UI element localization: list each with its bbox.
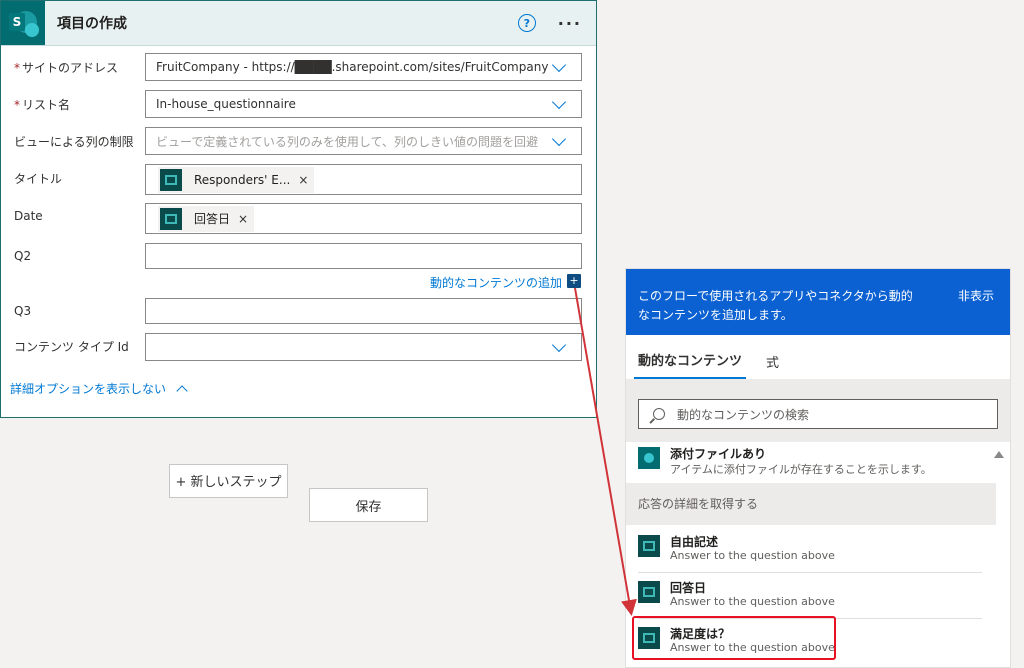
title-token-label: Responders' E... — [194, 172, 291, 187]
title-input[interactable]: Responders' E... × — [145, 164, 582, 195]
site-address-dropdown[interactable]: FruitCompany - https://████.sharepoint.c… — [145, 53, 582, 81]
list-item[interactable]: 回答日 Answer to the question above — [638, 577, 994, 619]
q3-label: Q3 — [14, 304, 32, 318]
card-header[interactable]: S 項目の作成 ? ··· — [1, 1, 596, 46]
date-label: Date — [14, 209, 43, 223]
date-token[interactable]: 回答日 × — [158, 205, 255, 232]
q2-input[interactable] — [145, 243, 582, 269]
sharepoint-icon: S — [1, 1, 45, 45]
add-dynamic-content-icon[interactable]: + — [567, 274, 581, 288]
panel-tabs: 動的なコンテンツ 式 — [626, 335, 1010, 380]
title-token[interactable]: Responders' E... × — [158, 166, 315, 193]
help-icon[interactable]: ? — [517, 14, 536, 32]
card-title: 項目の作成 — [57, 16, 127, 32]
remove-token-icon[interactable]: × — [238, 212, 248, 226]
dynamic-content-panel: このフローで使用されるアプリやコネクタから動的なコンテンツを追加します。 非表示… — [625, 268, 1011, 668]
panel-header: このフローで使用されるアプリやコネクタから動的なコンテンツを追加します。 非表示 — [626, 269, 1010, 335]
content-type-dropdown[interactable] — [145, 333, 582, 361]
list-name-label: * リスト名 — [14, 98, 71, 112]
view-limit-placeholder: ビューで定義されている列のみを使用して、列のしきい値の問題を回避 — [156, 134, 538, 149]
forms-icon — [638, 581, 660, 603]
more-options-icon[interactable]: ··· — [558, 14, 582, 33]
list-name-value: In-house_questionnaire — [156, 97, 296, 111]
section-header: 応答の詳細を取得する — [626, 483, 996, 525]
chevron-down-icon[interactable] — [551, 133, 567, 149]
forms-icon — [638, 535, 660, 557]
view-limit-dropdown[interactable]: ビューで定義されている列のみを使用して、列のしきい値の問題を回避 — [145, 127, 582, 155]
site-address-value: FruitCompany - https://████.sharepoint.c… — [156, 60, 549, 74]
list-name-dropdown[interactable]: In-house_questionnaire — [145, 90, 582, 118]
new-step-button[interactable]: + 新しいステップ — [169, 464, 288, 498]
panel-header-text: このフローで使用されるアプリやコネクタから動的なコンテンツを追加します。 — [638, 289, 913, 322]
chevron-down-icon[interactable] — [551, 59, 567, 75]
date-token-label: 回答日 — [194, 212, 231, 226]
save-button[interactable]: 保存 — [309, 488, 428, 522]
q2-label: Q2 — [14, 249, 32, 263]
view-limit-label: ビューによる列の制限 — [14, 135, 134, 149]
remove-token-icon[interactable]: × — [298, 173, 308, 187]
dynamic-content-search-input[interactable]: 動的なコンテンツの検索 — [638, 399, 998, 429]
highlight-box — [632, 616, 836, 660]
divider — [638, 572, 982, 573]
add-dynamic-content-link[interactable]: 動的なコンテンツの追加 — [430, 274, 562, 291]
chevron-down-icon[interactable] — [551, 339, 567, 355]
forms-icon — [160, 207, 182, 230]
site-address-label: * サイトのアドレス — [14, 61, 119, 75]
list-item[interactable]: 自由記述 Answer to the question above — [638, 531, 994, 573]
search-icon — [653, 408, 665, 420]
date-input[interactable]: 回答日 × — [145, 203, 582, 234]
title-label: タイトル — [14, 172, 63, 186]
content-type-label: コンテンツ タイプ Id — [14, 340, 129, 354]
hide-panel-button[interactable]: 非表示 — [958, 287, 994, 306]
q3-input[interactable] — [145, 298, 582, 324]
forms-icon — [160, 168, 182, 191]
tab-expression[interactable]: 式 — [762, 352, 783, 379]
tab-dynamic-content[interactable]: 動的なコンテンツ — [634, 350, 747, 379]
chevron-down-icon[interactable] — [551, 96, 567, 112]
search-area: 動的なコンテンツの検索 — [626, 380, 1010, 442]
list-item[interactable]: 添付ファイルあり アイテムに添付ファイルが存在することを示します。 — [638, 443, 994, 483]
chevron-up-icon — [176, 385, 188, 397]
sharepoint-icon — [638, 447, 660, 469]
hide-advanced-options-link[interactable]: 詳細オプションを表示しない — [10, 380, 188, 397]
scroll-up-arrow-icon[interactable] — [994, 451, 1004, 458]
